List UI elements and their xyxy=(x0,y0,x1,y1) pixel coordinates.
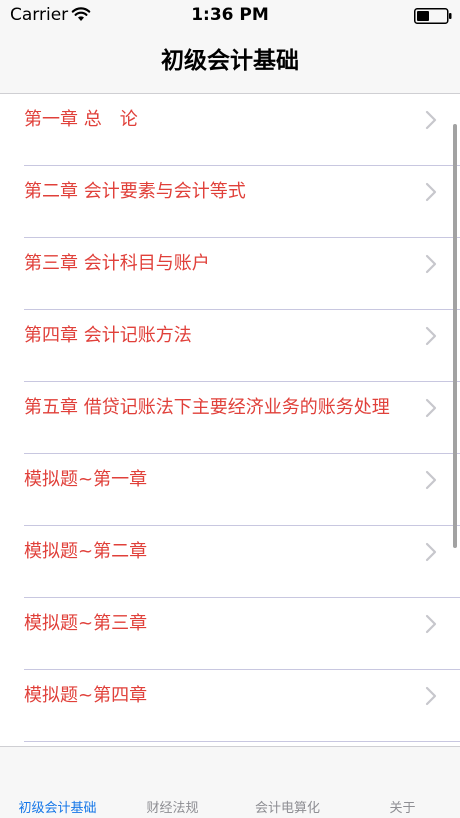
chevron-right-icon xyxy=(425,398,437,418)
tab-label: 初级会计基础 xyxy=(18,801,97,816)
tab-computerized-accounting[interactable]: 会计电算化 xyxy=(230,747,345,818)
chevron-right-icon xyxy=(425,110,437,130)
list-item-chapter-3[interactable]: 第三章 会计科目与账户 xyxy=(24,238,460,310)
app-screen: Carrier 1:36 PM 初级会计基础 第一章 总 论 第二章 会计要素与… xyxy=(0,0,460,818)
list-item-label: 模拟题~第一章 xyxy=(24,469,148,490)
battery-icon xyxy=(414,8,452,24)
list-item-mock-1[interactable]: 模拟题~第一章 xyxy=(24,454,460,526)
status-time: 1:36 PM xyxy=(191,5,269,25)
tab-finance-regulations[interactable]: 财经法规 xyxy=(115,747,230,818)
navigation-bar: 初级会计基础 xyxy=(0,30,460,94)
list-item-chapter-4[interactable]: 第四章 会计记账方法 xyxy=(24,310,460,382)
list-item-chapter-1[interactable]: 第一章 总 论 xyxy=(24,94,460,166)
page-title: 初级会计基础 xyxy=(161,48,299,74)
tab-accounting-basics[interactable]: 初级会计基础 xyxy=(0,747,115,818)
list-item-label: 第三章 会计科目与账户 xyxy=(24,253,210,274)
list-item-label: 模拟题~第二章 xyxy=(24,541,148,562)
list-item-mock-3[interactable]: 模拟题~第三章 xyxy=(24,598,460,670)
chevron-right-icon xyxy=(425,254,437,274)
tab-about[interactable]: 关于 xyxy=(345,747,460,818)
status-bar: Carrier 1:36 PM xyxy=(0,0,460,30)
list-item-mock-4[interactable]: 模拟题~第四章 xyxy=(24,670,460,742)
list-item-mock-2[interactable]: 模拟题~第二章 xyxy=(24,526,460,598)
chevron-right-icon xyxy=(425,182,437,202)
scroll-indicator[interactable] xyxy=(453,124,457,548)
chevron-right-icon xyxy=(425,686,437,706)
list-item-label: 模拟题~第三章 xyxy=(24,613,148,634)
chevron-right-icon xyxy=(425,542,437,562)
tab-label: 财经法规 xyxy=(146,801,199,816)
list-item-label: 第四章 会计记账方法 xyxy=(24,325,192,346)
tab-label: 会计电算化 xyxy=(254,801,320,816)
tab-bar: 初级会计基础 财经法规 会计电算化 关于 xyxy=(0,746,460,818)
list-item-label: 第二章 会计要素与会计等式 xyxy=(24,181,246,202)
chevron-right-icon xyxy=(425,326,437,346)
list-item-label: 第五章 借贷记账法下主要经济业务的账务处理 xyxy=(24,397,390,418)
list-item-chapter-2[interactable]: 第二章 会计要素与会计等式 xyxy=(24,166,460,238)
chevron-right-icon xyxy=(425,470,437,490)
list-item-label: 模拟题~第四章 xyxy=(24,685,148,706)
tab-label: 关于 xyxy=(389,801,416,816)
list-item-chapter-5[interactable]: 第五章 借贷记账法下主要经济业务的账务处理 xyxy=(24,382,460,454)
chapter-list[interactable]: 第一章 总 论 第二章 会计要素与会计等式 第三章 会计科目与账户 第四章 会计… xyxy=(0,94,460,746)
list-item-label: 第一章 总 论 xyxy=(24,109,138,130)
chevron-right-icon xyxy=(425,614,437,634)
